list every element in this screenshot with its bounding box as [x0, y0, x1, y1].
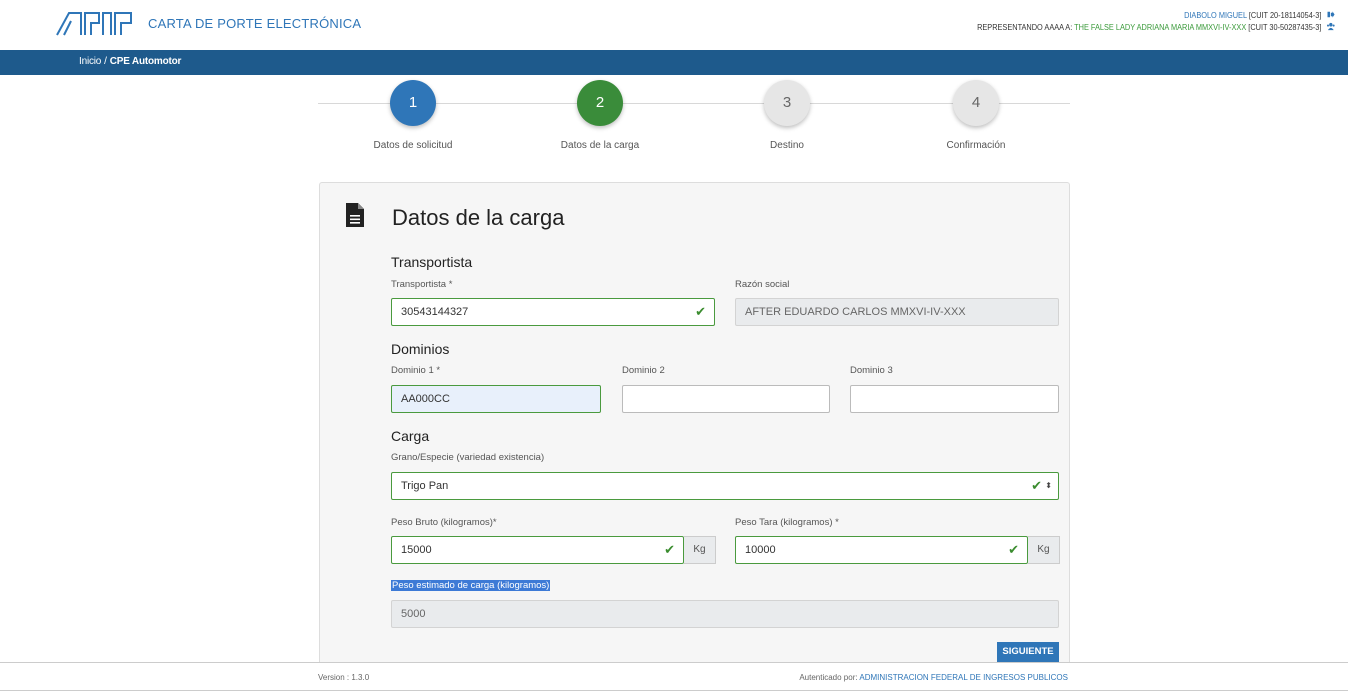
step-2[interactable]: 2 Datos de la carga: [520, 80, 680, 151]
peso-bruto-value: 15000: [401, 544, 432, 556]
afip-logo: [56, 12, 132, 36]
represented-name: THE FALSE LADY ADRIANA MARIA MMXVI-IV-XX…: [1073, 23, 1246, 32]
step-label: Datos de la carga: [560, 140, 640, 151]
step-number: 2: [577, 80, 623, 126]
breadcrumb-home[interactable]: Inicio: [79, 56, 101, 67]
peso-estimado-label: Peso estimado de carga (kilogramos): [391, 580, 551, 591]
dominio2-input[interactable]: [622, 385, 830, 413]
razon-social-label: Razón social: [735, 279, 790, 290]
document-icon: [346, 203, 364, 227]
dominio3-input[interactable]: [850, 385, 1059, 413]
peso-tara-label: Peso Tara (kilogramos) *: [735, 517, 839, 528]
peso-bruto-unit: Kg: [684, 536, 716, 564]
section-transportista: Transportista: [391, 254, 473, 270]
grano-select[interactable]: Trigo Pan ✔ ⬍: [391, 472, 1059, 500]
section-carga: Carga: [391, 428, 430, 444]
breadcrumb: Inicio / CPE Automotor: [79, 56, 181, 67]
page-title: Datos de la carga: [392, 205, 565, 230]
app-title: CARTA DE PORTE ELECTRÓNICA: [148, 16, 362, 31]
check-icon: ✔: [1008, 542, 1019, 557]
check-icon: ✔: [1031, 478, 1042, 493]
transportista-label: Transportista *: [391, 279, 453, 290]
navbar: Inicio / CPE Automotor: [0, 50, 1348, 75]
step-number: 3: [764, 80, 810, 126]
peso-bruto-input[interactable]: 15000 ✔: [391, 536, 684, 564]
step-1[interactable]: 1 Datos de solicitud: [333, 80, 493, 151]
step-number: 4: [953, 80, 999, 126]
represented-cuit: [CUIT 30-50287435-3]: [1247, 23, 1321, 32]
step-number: 1: [390, 80, 436, 126]
razon-social-field: AFTER EDUARDO CARLOS MMXVI-IV-XXX: [735, 298, 1059, 326]
version-text: Version : 1.3.0: [318, 673, 370, 682]
dominio2-label: Dominio 2: [622, 365, 665, 376]
auth-org-link[interactable]: ADMINISTRACION FEDERAL DE INGRESOS PUBLI…: [859, 673, 1068, 682]
user-info: DIABOLO MIGUEL [CUIT 20-18114054-3] REPR…: [977, 10, 1334, 34]
step-label: Confirmación: [946, 140, 1006, 151]
peso-estimado-label-text: Peso estimado de carga (kilogramos): [391, 580, 551, 591]
dominio1-value: AA000CC: [401, 393, 450, 405]
peso-estimado-value: 5000: [401, 608, 426, 620]
next-button[interactable]: SIGUIENTE: [997, 642, 1059, 662]
check-icon: ✔: [695, 304, 706, 319]
peso-tara-unit: Kg: [1028, 536, 1060, 564]
auth-info: Autenticado por: ADMINISTRACION FEDERAL …: [799, 673, 1068, 682]
grano-label: Grano/Especie (variedad existencia): [391, 452, 545, 463]
peso-estimado-field: 5000: [391, 600, 1059, 628]
peso-bruto-label: Peso Bruto (kilogramos)*: [391, 517, 497, 528]
peso-tara-value: 10000: [745, 544, 776, 556]
auth-label: Autenticado por:: [799, 673, 858, 682]
step-3[interactable]: 3 Destino: [707, 80, 867, 151]
grano-value: Trigo Pan: [401, 480, 449, 492]
breadcrumb-current: CPE Automotor: [109, 56, 182, 67]
razon-social-value: AFTER EDUARDO CARLOS MMXVI-IV-XXX: [745, 306, 966, 318]
peso-tara-input[interactable]: 10000 ✔: [735, 536, 1028, 564]
representing-label: REPRESENTANDO AAAA A:: [976, 23, 1072, 32]
step-label: Datos de solicitud: [373, 140, 453, 151]
step-4[interactable]: 4 Confirmación: [896, 80, 1056, 151]
transportista-value: 30543144327: [401, 306, 469, 318]
transportista-input[interactable]: 30543144327 ✔: [391, 298, 715, 326]
top-header: CARTA DE PORTE ELECTRÓNICA DIABOLO MIGUE…: [0, 0, 1348, 50]
user-name-link[interactable]: DIABOLO MIGUEL: [1184, 11, 1247, 20]
step-label: Destino: [770, 140, 804, 151]
footer-divider: [0, 662, 1348, 663]
breadcrumb-separator: /: [104, 56, 107, 67]
select-caret-icon: ⬍: [1045, 481, 1052, 490]
dominio3-label: Dominio 3: [850, 365, 893, 376]
footer-bottom-divider: [0, 690, 1348, 691]
logout-icon[interactable]: [1326, 10, 1334, 19]
user-cuit: [CUIT 20-18114054-3]: [1248, 11, 1321, 20]
users-icon[interactable]: [1326, 22, 1334, 31]
dominio1-label: Dominio 1 *: [391, 365, 441, 376]
dominio1-input[interactable]: AA000CC: [391, 385, 601, 413]
section-dominios: Dominios: [391, 341, 450, 357]
check-icon: ✔: [664, 542, 675, 557]
